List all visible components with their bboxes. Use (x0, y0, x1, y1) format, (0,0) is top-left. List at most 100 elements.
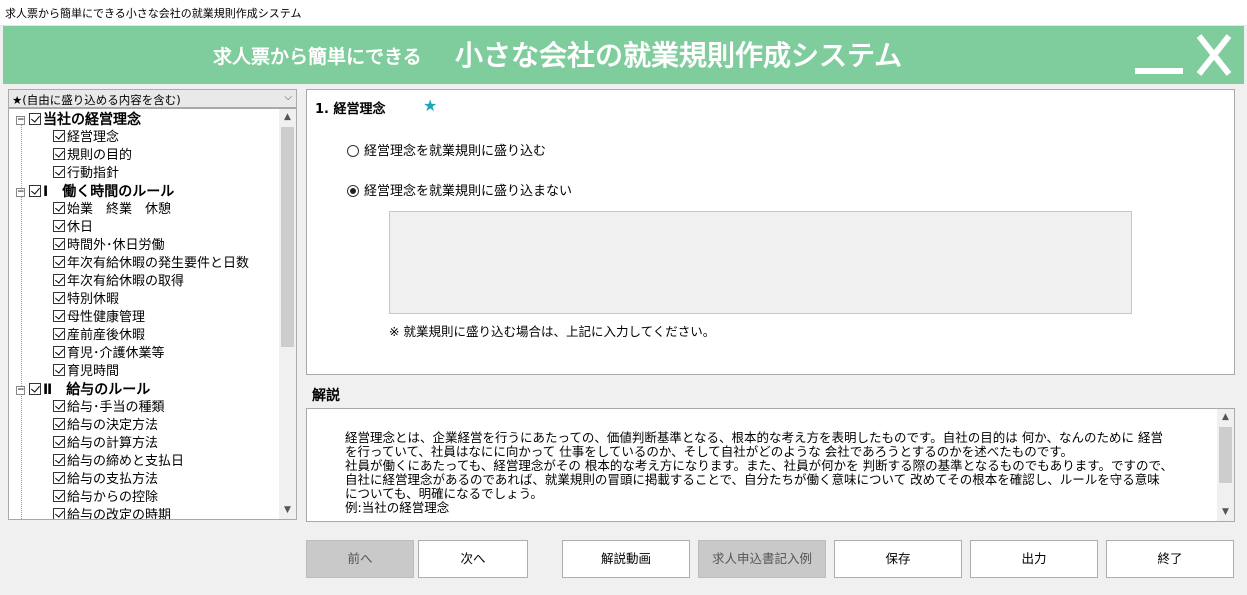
tree-item[interactable]: 経営理念 (9, 129, 279, 147)
radio-exclude[interactable]: 経営理念を就業規則に盛り込まない (347, 180, 572, 199)
next-button[interactable]: 次へ (418, 540, 528, 578)
tree-item[interactable]: 給与からの控除 (9, 489, 279, 507)
scroll-down-icon[interactable]: ▼ (1217, 504, 1234, 521)
tree-item[interactable]: 給与の改定の時期 (9, 507, 279, 520)
tree-item-label: 年次有給休暇の発生要件と日数 (67, 256, 250, 271)
checkbox-icon[interactable] (29, 113, 41, 125)
tree-item[interactable]: 特別休暇 (9, 291, 279, 309)
checkbox-icon[interactable] (53, 202, 65, 214)
filter-dropdown-value: ★(自由に盛り込める内容を含む) (12, 93, 181, 107)
radio-include[interactable]: 経営理念を就業規則に盛り込む (347, 140, 546, 159)
close-icon (1196, 34, 1232, 76)
tree-section-2[interactable]: − Ⅱ 給与のルール (9, 381, 279, 399)
tree-section-0[interactable]: − 当社の経営理念 (9, 111, 279, 129)
tree-item-label: 給与の計算方法 (67, 436, 159, 451)
banner-title-large: 小さな会社の就業規則作成システム (455, 39, 903, 72)
tree-item[interactable]: 育児時間 (9, 363, 279, 381)
explanation-line: 社員が働くにあたっても、経営理念がその 根本的な考え方になります。また、社員が何… (345, 458, 1173, 473)
minimize-button[interactable] (1133, 34, 1185, 78)
filter-dropdown[interactable]: ★(自由に盛り込める内容を含む) ⌵ (8, 89, 297, 108)
checkbox-icon[interactable] (53, 346, 65, 358)
philosophy-textarea[interactable] (389, 211, 1132, 314)
star-icon: ★ (423, 96, 438, 115)
tree-item[interactable]: 規則の目的 (9, 147, 279, 165)
tree-item[interactable]: 時間外･休日労働 (9, 237, 279, 255)
checkbox-icon[interactable] (53, 148, 65, 160)
chapter-tree-list: − 当社の経営理念 経営理念 規則の目的 行動指針 − Ⅰ 働く時間のルール 始… (9, 111, 279, 520)
tree-item-label: 始業 終業 休憩 (67, 202, 172, 217)
chapter-tree[interactable]: − 当社の経営理念 経営理念 規則の目的 行動指針 − Ⅰ 働く時間のルール 始… (8, 108, 297, 520)
prev-button[interactable]: 前へ (306, 540, 414, 578)
checkbox-icon[interactable] (53, 238, 65, 250)
checkbox-icon[interactable] (53, 490, 65, 502)
checkbox-icon[interactable] (53, 436, 65, 448)
checkbox-icon[interactable] (29, 383, 41, 395)
explanation-line: 経営理念とは、企業経営を行うにあたっての、価値判断基準となる、根本的な考え方を表… (345, 430, 1163, 445)
tree-item[interactable]: 産前産後休暇 (9, 327, 279, 345)
checkbox-icon[interactable] (53, 418, 65, 430)
tree-item[interactable]: 母性健康管理 (9, 309, 279, 327)
tree-item[interactable]: 年次有給休暇の発生要件と日数 (9, 255, 279, 273)
checkbox-icon[interactable] (53, 328, 65, 340)
checkbox-icon[interactable] (53, 274, 65, 286)
input-note: ※ 就業規則に盛り込む場合は、上記に入力してください。 (389, 324, 716, 339)
close-button[interactable] (1191, 32, 1237, 78)
exit-button[interactable]: 終了 (1106, 540, 1234, 578)
tree-item-label: 時間外･休日労働 (67, 238, 165, 253)
save-button[interactable]: 保存 (834, 540, 962, 578)
tree-item[interactable]: 給与の計算方法 (9, 435, 279, 453)
checkbox-icon[interactable] (53, 508, 65, 519)
output-button[interactable]: 出力 (970, 540, 1098, 578)
tree-item[interactable]: 育児･介護休業等 (9, 345, 279, 363)
checkbox-icon[interactable] (53, 472, 65, 484)
collapse-icon[interactable]: − (16, 116, 25, 125)
tree-item-label: 給与の支払方法 (67, 472, 159, 487)
tree-item[interactable]: 給与の支払方法 (9, 471, 279, 489)
tree-item[interactable]: 給与･手当の種類 (9, 399, 279, 417)
tree-item[interactable]: 給与の決定方法 (9, 417, 279, 435)
scroll-up-icon[interactable]: ▲ (279, 109, 296, 126)
tree-item-label: 産前産後休暇 (67, 328, 146, 343)
checkbox-icon[interactable] (53, 400, 65, 412)
tree-scrollbar[interactable]: ▲ ▼ (279, 109, 296, 519)
tree-item[interactable]: 給与の締めと支払日 (9, 453, 279, 471)
tree-item-label: 年次有給休暇の取得 (67, 274, 185, 289)
radio-icon[interactable] (347, 145, 359, 157)
explanation-scrollbar[interactable]: ▲ ▼ (1217, 409, 1234, 521)
video-button[interactable]: 解説動画 (562, 540, 690, 578)
explanation-line: についても、明確になるでしょう。 (345, 486, 543, 501)
tree-section-label: Ⅰ 働く時間のルール (43, 184, 175, 200)
checkbox-icon[interactable] (53, 220, 65, 232)
tree-scrollbar-thumb[interactable] (281, 127, 294, 347)
checkbox-icon[interactable] (53, 310, 65, 322)
tree-item[interactable]: 行動指針 (9, 165, 279, 183)
checkbox-icon[interactable] (53, 256, 65, 268)
chevron-down-icon: ⌵ (284, 92, 292, 103)
explanation-line: を行っていて、社員はなにに向かって 仕事をしているのか、そして自社がどのような … (345, 444, 1073, 459)
tree-section-label: Ⅱ 給与のルール (43, 382, 151, 398)
scroll-down-icon[interactable]: ▼ (279, 502, 296, 519)
checkbox-icon[interactable] (53, 364, 65, 376)
checkbox-icon[interactable] (53, 130, 65, 142)
explanation-scrollbar-thumb[interactable] (1219, 427, 1232, 483)
checkbox-icon[interactable] (53, 166, 65, 178)
checkbox-icon[interactable] (29, 185, 41, 197)
explanation-line: 自社に経営理念があるのであれば、就業規則の冒頭に掲載することで、自分たちが働く意… (345, 472, 1160, 487)
tree-item-label: 休日 (67, 220, 94, 235)
checkbox-icon[interactable] (53, 454, 65, 466)
checkbox-icon[interactable] (53, 292, 65, 304)
app-banner: 求人票から簡単にできる 小さな会社の就業規則作成システム (3, 26, 1244, 84)
collapse-icon[interactable]: − (16, 188, 25, 197)
tree-item-label: 給与の改定の時期 (67, 508, 172, 520)
radio-selected-icon[interactable] (347, 185, 359, 197)
scroll-up-icon[interactable]: ▲ (1217, 409, 1234, 426)
tree-item-label: 母性健康管理 (67, 310, 146, 325)
example-button[interactable]: 求人申込書記入例 (698, 540, 826, 578)
tree-item[interactable]: 年次有給休暇の取得 (9, 273, 279, 291)
explanation-title: 解説 (312, 388, 340, 404)
explanation-panel[interactable]: 経営理念とは、企業経営を行うにあたっての、価値判断基準となる、根本的な考え方を表… (306, 408, 1235, 522)
tree-section-1[interactable]: − Ⅰ 働く時間のルール (9, 183, 279, 201)
tree-item[interactable]: 休日 (9, 219, 279, 237)
tree-item[interactable]: 始業 終業 休憩 (9, 201, 279, 219)
collapse-icon[interactable]: − (16, 386, 25, 395)
